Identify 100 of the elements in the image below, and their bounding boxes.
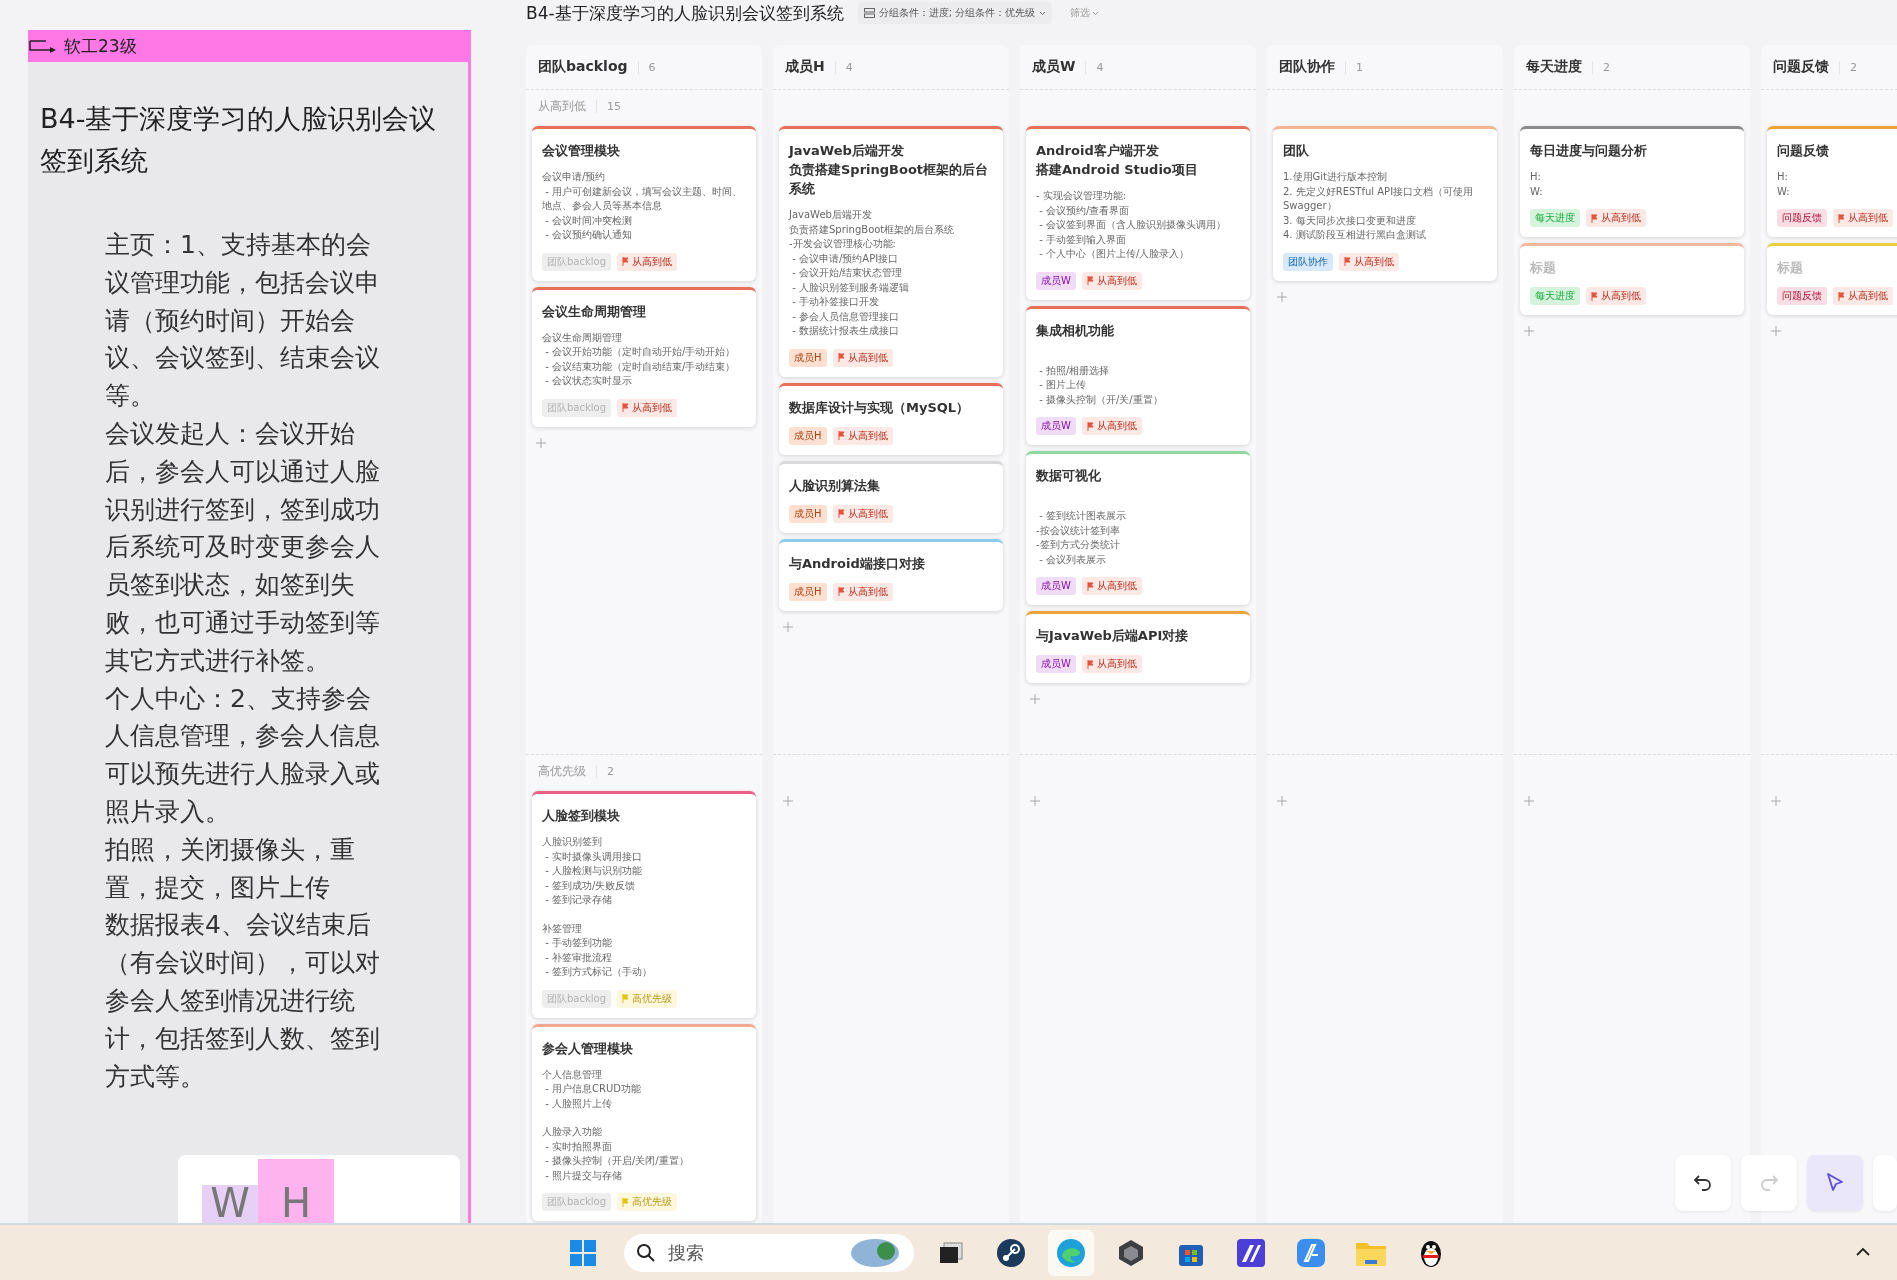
plus-icon (783, 796, 793, 806)
card-title: 人脸签到模块 (542, 807, 621, 825)
card-title: 参会人管理模块 (542, 1039, 634, 1058)
task-card[interactable]: 数据库设计与实现（MySQL） 成员H 从高到低 (779, 382, 1003, 455)
description-line: 3. 每天同步次接口变更和进度 (1283, 213, 1417, 228)
description-line: - 会议申请/预约API接口 (791, 251, 900, 266)
description-line: - 签到方式标记（手动） (544, 965, 653, 979)
card-title: 数据库设计与实现（MySQL） (789, 398, 971, 417)
description-line: 1.使用Git进行版本控制 (1283, 170, 1388, 184)
description-line: -按会议统计签到率 (1036, 523, 1121, 538)
search-icon (636, 1242, 656, 1263)
plus-icon (783, 621, 793, 632)
description-line: -签到方式分类统计 (1036, 538, 1121, 552)
column-title: 成员W (1032, 58, 1076, 76)
group-by-label: 分组条件：进度; 分组条件：优先级 (878, 6, 1036, 20)
item-count: 15 (596, 99, 621, 113)
task-card[interactable]: Android客户端开发 搭建Android Studio项目 - 实现会议管理功能: - 会议预约/查看界面 - 会议签到界面（含人脸识别摄像头调用） - 手动签到输入界面 - 个人中心（图片上传/人脸录入） 成员W 从高到低 (1026, 126, 1250, 300)
column-title: 每天进度 (1526, 58, 1582, 76)
description-line: - 照片提交与存储 (544, 1168, 623, 1183)
note-paragraph: 拍照，关闭摄像头，重置，提交，图片上传 (105, 833, 356, 904)
search-bar[interactable]: 搜索 (624, 1233, 914, 1272)
group-tag: 成员H (789, 582, 827, 601)
tag-label: 高优先级 (632, 991, 672, 1006)
task-card[interactable]: 集成相机功能 - 拍照/相册选择 - 图片上传 - 摄像头控制（开/关/重置） 成员W 从高到低 (1026, 305, 1250, 445)
description-line: - 用户可创建新会议，填写会议主题、时间、地点、参会人员等基本信息 (542, 184, 743, 213)
description-line: - 会议列表展示 (1038, 552, 1107, 567)
pointer-icon (1825, 1172, 1845, 1194)
group-tag: 每天进度 (1530, 209, 1580, 227)
description-line: - 签到成功/失败反馈 (544, 878, 637, 893)
task-card[interactable]: 数据可视化 - 签到统计图表展示 -按会议统计签到率 -签到方式分类统计 - 会议列表展示 成员W 从高到低 (1026, 451, 1250, 605)
description-line: 4. 测试阶段互相进行黑白盒测试 (1283, 228, 1427, 242)
description-line: - 签到记录存储 (544, 893, 613, 907)
description-line: - 摄像头控制（开/关/重置） (1038, 392, 1164, 407)
search-input[interactable]: 搜索 (666, 1241, 840, 1264)
tag-label: 从高到低 (1601, 289, 1641, 303)
task-card[interactable]: 与JavaWeb后端API对接 成员W 从高到低 (1026, 611, 1250, 683)
app-icon (1296, 1237, 1326, 1268)
item-count: 2 (1839, 60, 1857, 74)
group-tag: 成员H (789, 348, 827, 367)
tag-label: 从高到低 (1096, 657, 1137, 671)
group-tag: 成员W (1036, 655, 1076, 673)
select-tool-button[interactable] (1807, 1155, 1863, 1211)
note-paragraph: 会议发起人：会议开始后，参会人可以通过人脸识别进行签到，签到成功后系统可及时变更参会人员签到状态，如签到失败，也可通过手动签到等其它方式进行补签。 (105, 418, 380, 677)
description-line: - 实时摄像头调用接口 (544, 849, 643, 864)
item-count: 4 (1085, 60, 1104, 74)
column-title: 成员H (785, 58, 825, 76)
description-line: 个人信息管理 (542, 1067, 603, 1082)
app-icon (1236, 1237, 1266, 1268)
card-title: 数据可视化 (1036, 467, 1102, 485)
plus-icon (1771, 326, 1781, 336)
description-line: - 签到统计图表展示 (1038, 509, 1127, 523)
plus-icon (1771, 796, 1781, 806)
item-count: 2 (1592, 60, 1610, 74)
description-line: 会议申请/预约 (542, 170, 607, 184)
item-count: 2 (596, 764, 614, 778)
description-line: 负责搭建SpringBoot框架的后台系统 (789, 222, 956, 237)
tag-label: 从高到低 (1096, 419, 1137, 433)
note-header-text: 软工23级 (64, 34, 137, 58)
chevron-up-icon (1855, 1247, 1871, 1257)
task-card[interactable]: 与Android端接口对接 成员H 从高到低 (779, 538, 1003, 611)
description-line: - 数据统计报表生成接口 (791, 324, 900, 338)
board-title: B4-基于深度学习的人脸识别会议签到系统 (526, 2, 844, 25)
card-title: 每日进度与问题分析 (1530, 142, 1648, 160)
tag-label: 从高到低 (1848, 211, 1888, 225)
group-by-button[interactable]: 分组条件：进度; 分组条件：优先级 (857, 2, 1053, 24)
description-line: - 图片上传 (1038, 378, 1087, 392)
group-tag: 成员W (1036, 577, 1076, 595)
tag-label: 从高到低 (632, 400, 672, 415)
card-title: 会议生命周期管理 (542, 302, 647, 321)
card-title: 与Android端接口对接 (789, 554, 926, 573)
tag-label: 高优先级 (632, 1195, 672, 1209)
description-line: - 会议开始功能（定时自动开始/手动开始） (544, 345, 737, 359)
lane-title: 从高到低 (538, 97, 586, 115)
task-card[interactable]: 标题 问题反馈 从高到低 (1767, 243, 1897, 315)
group-tag: 成员H (789, 426, 827, 445)
column-title: 团队backlog (538, 58, 628, 76)
description-line: - 用户信息CRUD功能 (544, 1082, 642, 1096)
title-placeholder: 标题 (1530, 259, 1557, 277)
description-line: - 实现会议管理功能: (1036, 189, 1128, 203)
task-card[interactable]: 团队 1.使用Git进行版本控制 2. 先定义好RESTful API接口文档（可使用Swagger） 3. 每天同步次接口变更和进度 4. 测试阶段互相进行黑白盒测试 团队协作 从高到低 (1273, 126, 1497, 281)
group-tag: 成员W (1036, 271, 1076, 290)
task-card[interactable]: JavaWeb后端开发 负责搭建SpringBoot框架的后台系统 JavaWeb后端开发 负责搭建SpringBoot框架的后台系统 -开发会议管理核心功能: - 会议申请/预约API接口 - 会议开始/结束状态管理 - 人脸识别签到服务端逻辑 - 手动补签接口开发 - 参会人员信息管理接口 - 数据统计报表生成接口 成员H 从高到低 (779, 126, 1003, 377)
card-title: Android客户端开发 (1036, 142, 1160, 160)
task-card[interactable]: 每日进度与问题分析 H: W: 每天进度 从高到低 (1520, 126, 1744, 237)
windows-logo-icon (569, 1238, 597, 1267)
group-tag: 成员H (789, 504, 827, 523)
description-line: - 人脸识别签到服务端逻辑 (791, 280, 910, 295)
description-line: 会议生命周期管理 (542, 330, 623, 345)
description-line: - 参会人员信息管理接口 (791, 309, 900, 324)
task-card[interactable]: 人脸识别算法集 成员H 从高到低 (779, 460, 1003, 533)
task-card[interactable]: 标题 每天进度 从高到低 (1520, 243, 1744, 315)
undo-button[interactable] (1675, 1155, 1731, 1211)
description-line: - 拍照/相册选择 (1038, 363, 1111, 378)
description-line: - 摄像头控制（开启/关闭/重置） (544, 1154, 690, 1168)
cube-icon (1116, 1237, 1146, 1268)
plus-icon (1030, 694, 1040, 704)
description-line: - 手动签到输入界面 (1038, 232, 1127, 247)
description-line: JavaWeb后端开发 (789, 208, 873, 222)
task-card[interactable]: 问题反馈 H: W: 问题反馈 从高到低 (1767, 126, 1897, 237)
plus-icon (1277, 796, 1287, 806)
